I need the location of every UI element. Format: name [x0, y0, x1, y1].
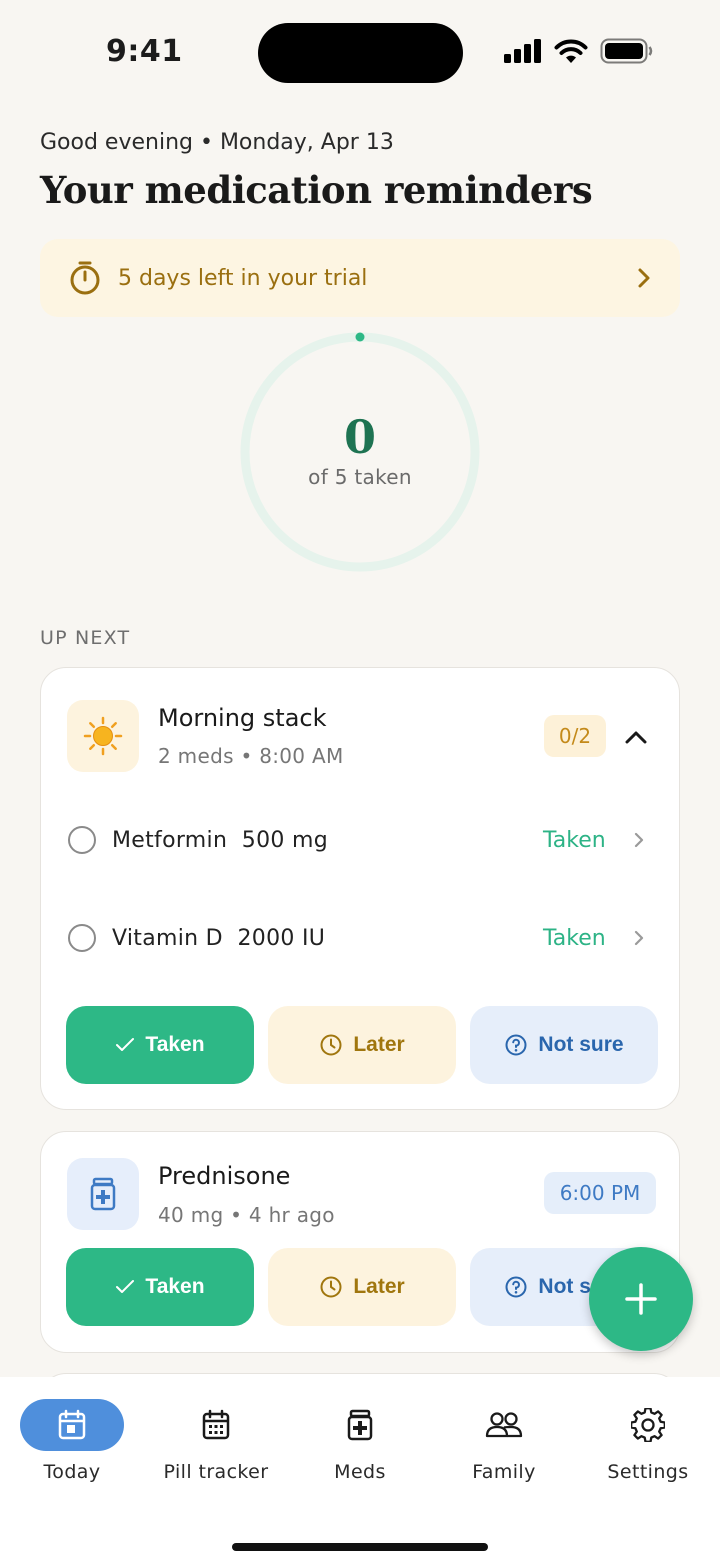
taken-button[interactable]: Taken: [66, 1006, 254, 1084]
taken-button-label: Taken: [145, 1033, 205, 1056]
nav-item-family[interactable]: Family: [432, 1399, 576, 1483]
plus-icon: [625, 1283, 657, 1315]
nav-icon-container: [164, 1399, 268, 1451]
med-checkbox[interactable]: [68, 826, 96, 854]
battery-icon: [600, 38, 653, 64]
gear-icon: [631, 1408, 665, 1442]
clock-icon: [320, 1276, 342, 1298]
progress-label: of 5 taken: [308, 465, 412, 489]
chevron-right-icon: [634, 832, 644, 848]
wifi-icon: [554, 39, 588, 63]
timer-icon: [70, 261, 100, 295]
scheduled-time-badge: 6:00 PM: [544, 1172, 656, 1214]
nav-icon-container: [308, 1399, 412, 1451]
bottom-nav: Today Pill tracker Meds Family Settings: [0, 1377, 720, 1564]
later-button-label: Later: [353, 1275, 405, 1298]
dynamic-island: [258, 23, 463, 83]
group-title: Morning stack: [158, 704, 327, 732]
later-button[interactable]: Later: [268, 1006, 456, 1084]
nav-icon-container: [20, 1399, 124, 1451]
progress-count: 0: [343, 410, 376, 464]
check-icon: [116, 1038, 135, 1051]
screen: 9:41 Good evening • Monday, Apr 13 Your …: [0, 0, 720, 1564]
pill-bottle-icon: [90, 1177, 116, 1211]
calendar-icon: [58, 1409, 86, 1440]
page-title: Your medication reminders: [40, 168, 593, 212]
reminder-card-prednisone: Prednisone 40 mg • 4 hr ago 6:00 PM Take…: [40, 1131, 680, 1353]
reminder-card-morning-stack: Morning stack 2 meds • 8:00 AM 0/2 Metfo…: [40, 667, 680, 1110]
nav-item-settings[interactable]: Settings: [576, 1399, 720, 1483]
nav-label: Meds: [334, 1461, 386, 1483]
group-icon: [67, 1158, 139, 1230]
action-buttons: Taken Later Not sure: [66, 1248, 658, 1326]
clock-icon: [320, 1034, 342, 1056]
collapse-button[interactable]: [619, 720, 653, 754]
med-checkbox[interactable]: [68, 924, 96, 952]
med-row-metformin[interactable]: Metformin 500 mg Taken: [41, 810, 681, 870]
med-taken-link[interactable]: Taken: [543, 828, 606, 853]
med-name: Metformin 500 mg: [112, 827, 328, 853]
nav-label: Today: [43, 1461, 101, 1483]
later-button-label: Later: [353, 1033, 405, 1056]
trial-banner-text: 5 days left in your trial: [118, 265, 368, 291]
action-buttons: Taken Later Not sure: [66, 1006, 658, 1084]
not-sure-button[interactable]: Not sure: [470, 1006, 658, 1084]
cellular-signal-icon: [504, 39, 541, 63]
nav-icon-container: [596, 1399, 700, 1451]
group-subtitle: 40 mg • 4 hr ago: [158, 1203, 335, 1227]
med-name: Vitamin D 2000 IU: [112, 925, 326, 951]
greeting-text: Good evening • Monday, Apr 13: [40, 130, 394, 155]
check-icon: [116, 1280, 135, 1293]
group-icon: [67, 700, 139, 772]
group-title: Prednisone: [158, 1162, 291, 1190]
trial-banner[interactable]: 5 days left in your trial: [40, 239, 680, 317]
nav-item-pill-tracker[interactable]: Pill tracker: [144, 1399, 288, 1483]
nav-item-today[interactable]: Today: [0, 1399, 144, 1483]
pill-bottle-icon: [347, 1409, 373, 1441]
chevron-right-icon: [638, 268, 650, 288]
later-button[interactable]: Later: [268, 1248, 456, 1326]
status-bar: 9:41: [0, 0, 720, 100]
med-row-vitamin-d[interactable]: Vitamin D 2000 IU Taken: [41, 908, 681, 968]
nav-label: Pill tracker: [163, 1461, 269, 1483]
add-reminder-button[interactable]: [589, 1247, 693, 1351]
status-time: 9:41: [106, 34, 183, 69]
not-sure-button-label: Not sure: [538, 1033, 624, 1056]
question-icon: [505, 1276, 527, 1298]
group-subtitle: 2 meds • 8:00 AM: [158, 744, 344, 768]
nav-label: Settings: [607, 1461, 689, 1483]
taken-button[interactable]: Taken: [66, 1248, 254, 1326]
taken-button-label: Taken: [145, 1275, 205, 1298]
home-indicator: [232, 1543, 488, 1551]
nav-icon-container: [452, 1399, 556, 1451]
people-icon: [485, 1412, 523, 1438]
calendar-grid-icon: [202, 1409, 230, 1440]
chevron-right-icon: [634, 930, 644, 946]
chevron-up-icon: [625, 731, 647, 744]
status-icons: [504, 38, 654, 64]
med-taken-link[interactable]: Taken: [543, 926, 606, 951]
question-icon: [505, 1034, 527, 1056]
taken-count-badge: 0/2: [544, 715, 606, 757]
section-label-up-next: UP NEXT: [40, 627, 131, 649]
nav-label: Family: [472, 1461, 536, 1483]
nav-item-meds[interactable]: Meds: [288, 1399, 432, 1483]
sun-icon: [83, 716, 123, 756]
